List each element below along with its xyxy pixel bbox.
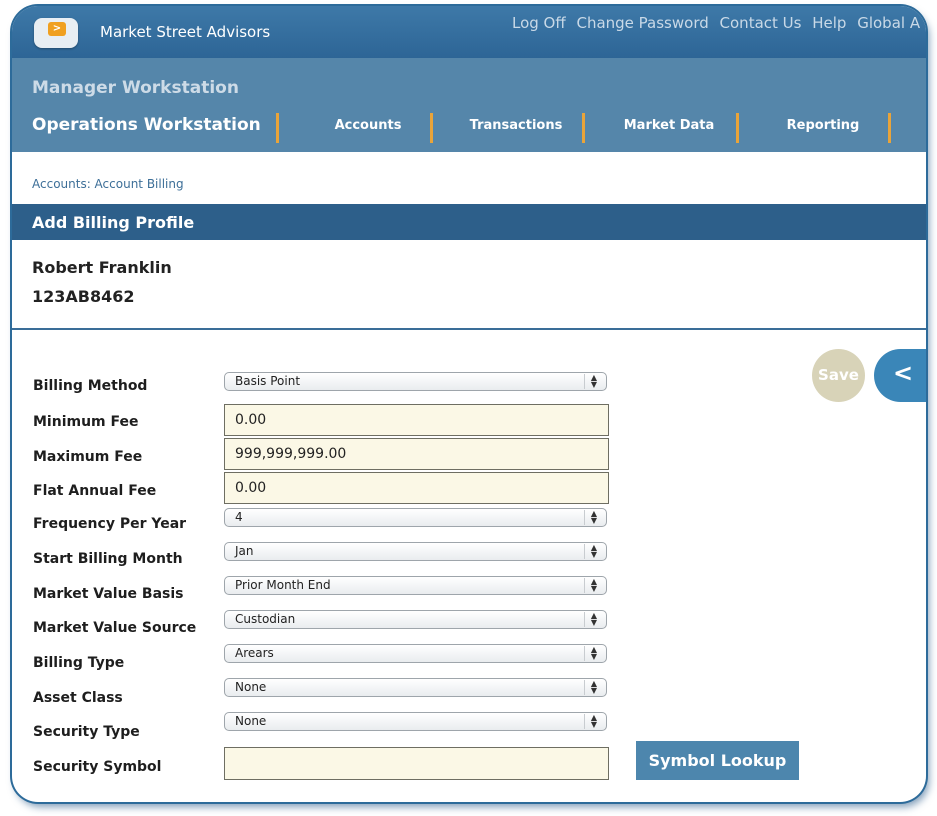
billing-method-value: Basis Point xyxy=(235,374,301,388)
maximum-fee-input[interactable]: 999,999,999.00 xyxy=(224,438,609,470)
select-arrows-icon: ▲ ▼ xyxy=(584,374,600,389)
chevron-left-icon: < xyxy=(893,359,914,387)
logo-badge: > xyxy=(48,22,66,36)
minimum-fee-input[interactable]: 0.00 xyxy=(224,404,609,436)
nav-separator xyxy=(736,113,739,143)
asset-class-label: Asset Class xyxy=(33,690,123,706)
tab-market-data[interactable]: Market Data xyxy=(604,118,734,138)
billing-method-label: Billing Method xyxy=(33,378,148,394)
billing-type-value: Arears xyxy=(235,646,274,660)
market-value-basis-select[interactable]: Prior Month End ▲ ▼ xyxy=(224,576,607,595)
page-title-bar: Add Billing Profile xyxy=(12,204,926,240)
nav-separator xyxy=(430,113,433,143)
tab-transactions[interactable]: Transactions xyxy=(452,118,580,138)
security-type-select[interactable]: None ▲ ▼ xyxy=(224,712,607,731)
manager-workstation-link[interactable]: Manager Workstation xyxy=(32,78,239,98)
security-symbol-label: Security Symbol xyxy=(33,759,162,775)
select-arrows-icon: ▲ ▼ xyxy=(584,510,600,525)
billing-type-select[interactable]: Arears ▲ ▼ xyxy=(224,644,607,663)
section-divider xyxy=(12,328,926,330)
help-link[interactable]: Help xyxy=(812,14,846,32)
market-value-source-value: Custodian xyxy=(235,612,296,626)
page-title: Add Billing Profile xyxy=(32,213,195,232)
header-links: Log Off Change Password Contact Us Help … xyxy=(512,14,926,32)
brand-name: Market Street Advisors xyxy=(100,23,271,41)
start-billing-month-label: Start Billing Month xyxy=(33,551,183,567)
start-billing-month-select[interactable]: Jan ▲ ▼ xyxy=(224,542,607,561)
tab-reporting[interactable]: Reporting xyxy=(758,118,888,138)
flat-annual-fee-label: Flat Annual Fee xyxy=(33,483,157,499)
back-button[interactable]: < xyxy=(874,349,926,402)
select-arrows-icon: ▲ ▼ xyxy=(584,612,600,627)
start-billing-month-value: Jan xyxy=(235,544,254,558)
billing-method-select[interactable]: Basis Point ▲ ▼ xyxy=(224,372,607,391)
save-button[interactable]: Save xyxy=(812,349,865,402)
top-bar: > Market Street Advisors Log Off Change … xyxy=(12,6,926,58)
change-password-link[interactable]: Change Password xyxy=(576,14,708,32)
frequency-per-year-value: 4 xyxy=(235,510,243,524)
asset-class-value: None xyxy=(235,680,267,694)
maximum-fee-label: Maximum Fee xyxy=(33,449,143,465)
market-value-basis-label: Market Value Basis xyxy=(33,586,184,602)
security-type-value: None xyxy=(235,714,267,728)
log-off-link[interactable]: Log Off xyxy=(512,14,566,32)
security-type-label: Security Type xyxy=(33,724,140,740)
app-window: > Market Street Advisors Log Off Change … xyxy=(12,6,926,802)
operations-workstation-link[interactable]: Operations Workstation xyxy=(32,115,261,135)
workstation-nav: Manager Workstation Operations Workstati… xyxy=(12,58,926,152)
brand-logo-icon: > xyxy=(34,18,78,48)
billing-type-label: Billing Type xyxy=(33,655,125,671)
flat-annual-fee-input[interactable]: 0.00 xyxy=(224,472,609,504)
select-arrows-icon: ▲ ▼ xyxy=(584,646,600,661)
contact-us-link[interactable]: Contact Us xyxy=(720,14,802,32)
select-arrows-icon: ▲ ▼ xyxy=(584,544,600,559)
market-value-basis-value: Prior Month End xyxy=(235,578,331,592)
symbol-lookup-button[interactable]: Symbol Lookup xyxy=(636,741,799,780)
market-value-source-select[interactable]: Custodian ▲ ▼ xyxy=(224,610,607,629)
select-arrows-icon: ▲ ▼ xyxy=(584,578,600,593)
tab-accounts[interactable]: Accounts xyxy=(304,118,432,138)
select-arrows-icon: ▲ ▼ xyxy=(584,714,600,729)
nav-separator xyxy=(582,113,585,143)
market-value-source-label: Market Value Source xyxy=(33,620,197,636)
select-arrows-icon: ▲ ▼ xyxy=(584,680,600,695)
minimum-fee-label: Minimum Fee xyxy=(33,414,139,430)
account-number: 123AB8462 xyxy=(32,287,135,306)
global-link[interactable]: Global A xyxy=(857,14,920,32)
security-symbol-input[interactable] xyxy=(224,747,609,780)
nav-separator xyxy=(888,113,891,143)
nav-separator xyxy=(276,113,279,143)
account-name: Robert Franklin xyxy=(32,258,172,277)
asset-class-select[interactable]: None ▲ ▼ xyxy=(224,678,607,697)
frequency-per-year-label: Frequency Per Year xyxy=(33,516,187,532)
breadcrumb[interactable]: Accounts: Account Billing xyxy=(32,177,184,191)
frequency-per-year-select[interactable]: 4 ▲ ▼ xyxy=(224,508,607,527)
